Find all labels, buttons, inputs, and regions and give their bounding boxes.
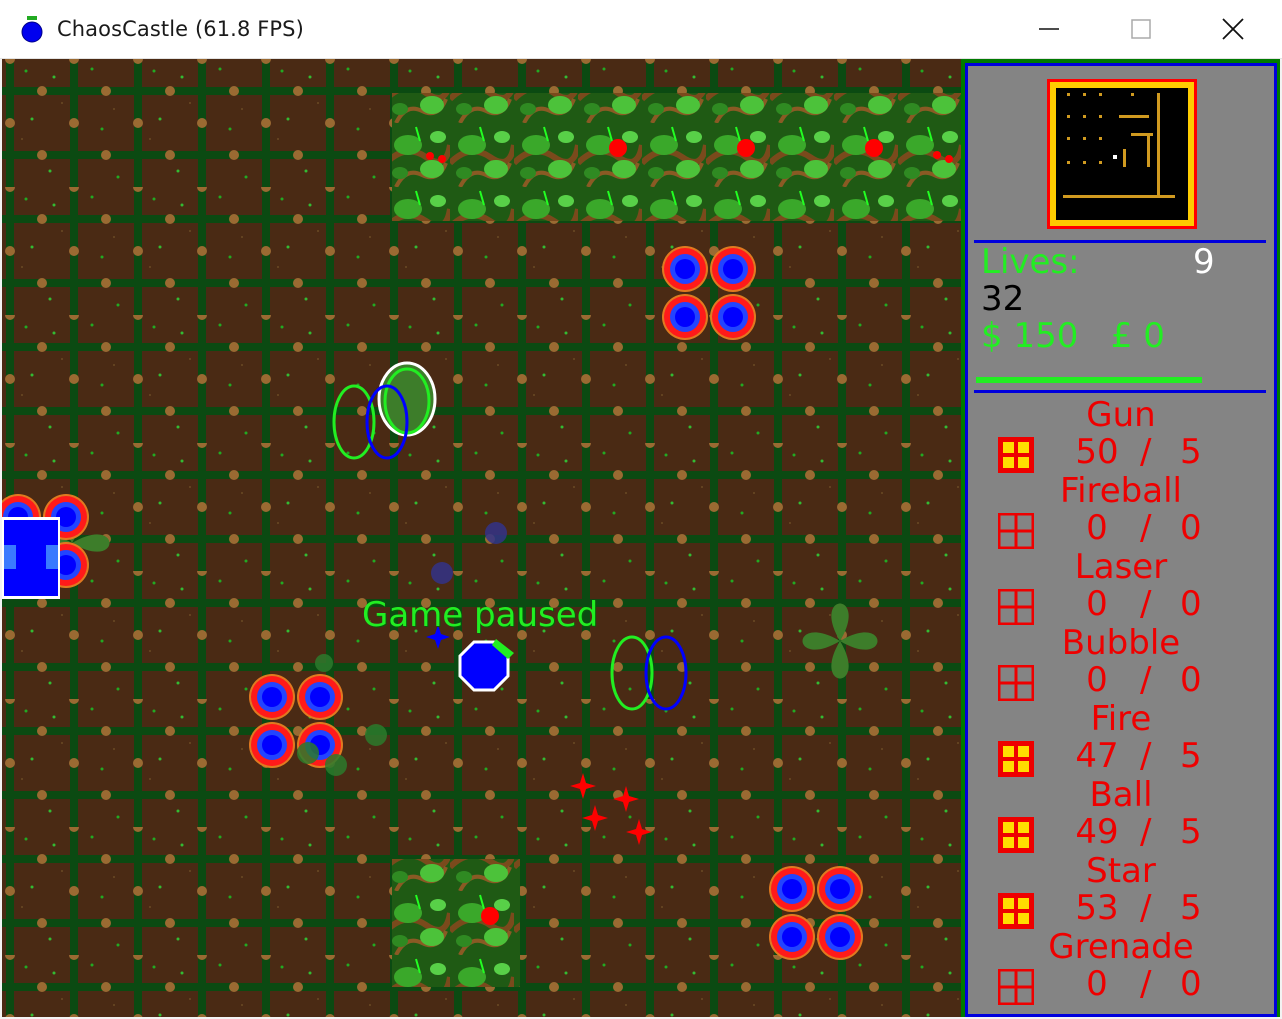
weapon-grid-icon — [998, 437, 1034, 473]
weapon-slash: / — [1140, 660, 1152, 700]
maximize-button[interactable] — [1094, 0, 1188, 58]
weapon-ammo-count: 49 — [1075, 812, 1119, 852]
weapon-row-grenade: Grenade 0 / 0 — [968, 929, 1274, 1005]
weapon-ammo-count: 47 — [1075, 736, 1119, 776]
weapon-grid-icon — [998, 969, 1034, 1005]
weapon-name: Gun — [1086, 395, 1156, 435]
app-logo-icon — [21, 16, 43, 43]
weapon-grid-icon — [998, 741, 1034, 777]
weapon-level: 5 — [1180, 812, 1202, 852]
weapon-row-laser: Laser 0/0 — [968, 549, 1274, 625]
weapon-row-bubble: Bubble 0 / 0 — [968, 625, 1274, 701]
minimize-button[interactable] — [1002, 0, 1096, 58]
weapon-ammo-count: 0 — [1086, 508, 1108, 548]
weapon-level: 0 — [1180, 964, 1202, 1004]
weapon-ammo-count: 53 — [1075, 888, 1119, 928]
weapon-slash: / — [1140, 432, 1152, 472]
game-map — [2, 59, 961, 1017]
weapon-level: 5 — [1180, 432, 1202, 472]
window-title: ChaosCastle (61.8 FPS) — [57, 17, 304, 41]
hud-divider-bottom — [974, 390, 1266, 393]
weapon-name: Star — [1086, 851, 1156, 891]
close-icon — [1222, 18, 1244, 40]
status-panel: Lives: 9 32 $ 150 £ 0 Gun 50/5 Fireball 0/0… — [961, 59, 1280, 1017]
weapon-ammo-count: 0 — [1086, 964, 1108, 1004]
lives-label: Lives: — [981, 242, 1080, 282]
score-value: 32 — [981, 279, 1025, 319]
weapon-slash: / — [1140, 736, 1152, 776]
weapon-row-gun: Gun 50 / 5 — [968, 397, 1274, 473]
weapon-grid-icon — [998, 589, 1034, 625]
weapon-row-star: Star 53 / 5 — [968, 853, 1274, 929]
weapon-ammo-count: 0 — [1086, 584, 1108, 624]
weapon-slash: / — [1140, 812, 1152, 852]
minimize-icon — [1039, 28, 1059, 30]
weapon-grid-icon — [998, 817, 1034, 853]
weapon-ammo-count: 0 — [1086, 660, 1108, 700]
minimap — [1047, 79, 1197, 229]
game-viewport[interactable]: Game paused — [2, 59, 961, 1017]
weapon-name: Fireball — [1060, 471, 1182, 511]
weapon-grid-icon — [998, 665, 1034, 701]
weapon-slash: / — [1140, 964, 1152, 1004]
status-panel-inner: Lives: 9 32 $ 150 £ 0 Gun 50/5 Fireball 0/0… — [965, 63, 1277, 1017]
close-button[interactable] — [1186, 0, 1280, 58]
energy-bar — [976, 377, 1202, 383]
weapon-name: Fire — [1090, 699, 1152, 739]
maximize-icon — [1131, 19, 1151, 39]
money-value: $ 150 £ 0 — [981, 316, 1165, 356]
weapon-ammo-count: 50 — [1075, 432, 1119, 472]
title-bar: ChaosCastle (61.8 FPS) — [0, 0, 1282, 59]
game-paused-text: Game paused — [362, 595, 599, 635]
weapon-slash: / — [1140, 584, 1152, 624]
weapon-row-ball: Ball 49 / 5 — [968, 777, 1274, 853]
weapon-level: 0 — [1180, 508, 1202, 548]
weapon-grid-icon — [998, 893, 1034, 929]
weapon-name: Bubble — [1061, 623, 1181, 663]
weapon-list: Gun 50/5 Fireball 0/0 Laser 0/0 Bubble 0/0 Fire 4… — [968, 397, 1274, 1005]
weapon-name: Grenade — [1048, 927, 1194, 967]
weapon-level: 5 — [1180, 736, 1202, 776]
weapon-row-fire: Fire 47 / 5 — [968, 701, 1274, 777]
weapon-row-fireball: Fireball 0 / 0 — [968, 473, 1274, 549]
weapon-level: 0 — [1180, 660, 1202, 700]
weapon-name: Ball — [1089, 775, 1153, 815]
weapon-slash: / — [1140, 888, 1152, 928]
weapon-grid-icon — [998, 513, 1034, 549]
lives-value: 9 — [1193, 242, 1215, 282]
weapon-level: 0 — [1180, 584, 1202, 624]
weapon-name: Laser — [1074, 547, 1168, 587]
minimap-view — [1047, 79, 1197, 229]
weapon-level: 5 — [1180, 888, 1202, 928]
weapon-slash: / — [1140, 508, 1152, 548]
